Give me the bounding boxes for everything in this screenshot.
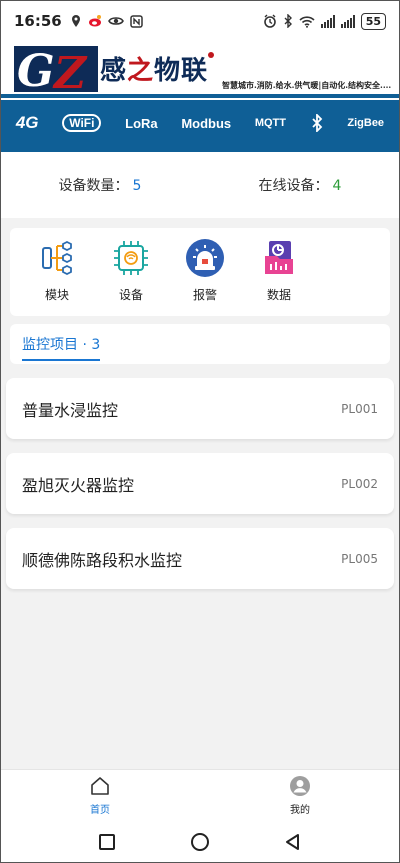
svg-text:Z: Z xyxy=(52,48,88,94)
gz-logo: G Z xyxy=(14,46,98,94)
tab-profile[interactable]: 我的 xyxy=(200,770,400,821)
monitor-list: 普量水浸监控 PL001 盈旭灭火器监控 PL002 顺德佛陈路段积水监控 PL… xyxy=(6,378,394,603)
eye-icon xyxy=(107,17,124,25)
quick-menu: 模块 设备 报警 数据 xyxy=(10,228,390,316)
protocol-lora: LoRa xyxy=(125,115,158,131)
online-count-label: 在线设备： xyxy=(258,178,329,194)
protocol-bar: 4G WiFi LoRa Modbus MQTT ZigBee xyxy=(0,100,400,152)
device-count-value: 5 xyxy=(132,178,142,194)
status-bar: 16:56 55 xyxy=(0,0,400,42)
back-icon[interactable] xyxy=(283,832,303,852)
monitor-name: 普量水浸监控 xyxy=(22,400,119,420)
tab-home[interactable]: 首页 xyxy=(0,770,200,821)
module-icon xyxy=(42,240,72,276)
menu-item-data[interactable]: 数据 xyxy=(242,228,316,316)
registered-mark xyxy=(208,52,214,58)
tab-label: 我的 xyxy=(290,805,310,816)
monitor-name: 盈旭灭火器监控 xyxy=(22,475,135,495)
monitor-name: 顺德佛陈路段积水监控 xyxy=(22,550,183,570)
menu-item-module[interactable]: 模块 xyxy=(20,228,94,316)
home-icon xyxy=(91,777,109,795)
wifi-icon xyxy=(299,15,315,28)
bluetooth-icon xyxy=(284,14,292,28)
menu-item-alarm[interactable]: 报警 xyxy=(168,228,242,316)
recents-icon[interactable] xyxy=(97,832,117,852)
battery-level: 55 xyxy=(365,14,381,28)
brand-banner: G Z 感之物联 智慧城市.消防.给水.供气暖|自动化.结构安全.... 4G … xyxy=(0,42,400,152)
list-item[interactable]: 盈旭灭火器监控 PL002 xyxy=(6,453,394,514)
menu-item-label: 设备 xyxy=(118,288,143,302)
brand-name-part-3: 物联 xyxy=(154,56,209,86)
stats-bar: 设备数量： 5 在线设备： 4 xyxy=(0,152,400,218)
chip-icon xyxy=(114,241,148,275)
menu-item-label: 模块 xyxy=(44,288,69,302)
monitor-code: PL002 xyxy=(341,476,378,491)
list-item[interactable]: 顺德佛陈路段积水监控 PL005 xyxy=(6,528,394,589)
weibo-icon xyxy=(88,15,101,27)
svg-text:G: G xyxy=(17,46,55,94)
monitor-code: PL001 xyxy=(341,401,378,416)
tab-label: 首页 xyxy=(90,805,110,816)
device-count-label: 设备数量： xyxy=(58,178,129,194)
system-nav-bar xyxy=(0,821,400,863)
main-content: 设备数量： 5 在线设备： 4 模块 设备 报警 数据 监控项目 · 3 普量水… xyxy=(0,152,400,769)
home-circle-icon[interactable] xyxy=(190,832,210,852)
nfc-icon xyxy=(130,14,143,28)
alarm-icon xyxy=(263,14,276,28)
signal-icon xyxy=(340,14,355,28)
user-avatar-icon xyxy=(290,776,310,796)
brand-name-part-2: 之 xyxy=(127,56,155,86)
protocol-modbus: Modbus xyxy=(181,115,232,131)
bottom-tab-bar: 首页 我的 xyxy=(0,769,400,821)
section-header: 监控项目 · 3 xyxy=(10,324,390,364)
protocol-wifi: WiFi xyxy=(62,114,102,132)
alarm-siren-icon xyxy=(186,239,224,277)
protocol-zigbee: ZigBee xyxy=(347,117,385,129)
device-count-stat: 设备数量： 5 xyxy=(59,175,142,195)
signal-icon xyxy=(320,14,335,28)
online-count-value: 4 xyxy=(332,178,342,194)
protocol-4g: 4G xyxy=(15,113,39,132)
location-icon xyxy=(71,15,80,27)
protocol-mqtt: MQTT xyxy=(254,117,286,129)
banner-stripe xyxy=(0,94,400,98)
section-title: 监控项目 · 3 xyxy=(22,334,101,361)
menu-item-label: 报警 xyxy=(192,288,217,302)
menu-item-label: 数据 xyxy=(266,288,291,302)
list-item[interactable]: 普量水浸监控 PL001 xyxy=(6,378,394,439)
status-time: 16:56 xyxy=(14,12,62,30)
brand-name-part-1: 感 xyxy=(100,56,128,86)
menu-item-device[interactable]: 设备 xyxy=(94,228,168,316)
brand-name: 感之物联 xyxy=(100,50,208,87)
data-folder-icon xyxy=(265,241,293,274)
battery-icon: 55 xyxy=(360,12,386,30)
monitor-code: PL005 xyxy=(341,551,378,566)
brand-tagline: 智慧城市.消防.给水.供气暖|自动化.结构安全.... xyxy=(222,80,392,90)
online-count-stat: 在线设备： 4 xyxy=(259,175,342,195)
bluetooth-logo-icon xyxy=(312,114,322,132)
